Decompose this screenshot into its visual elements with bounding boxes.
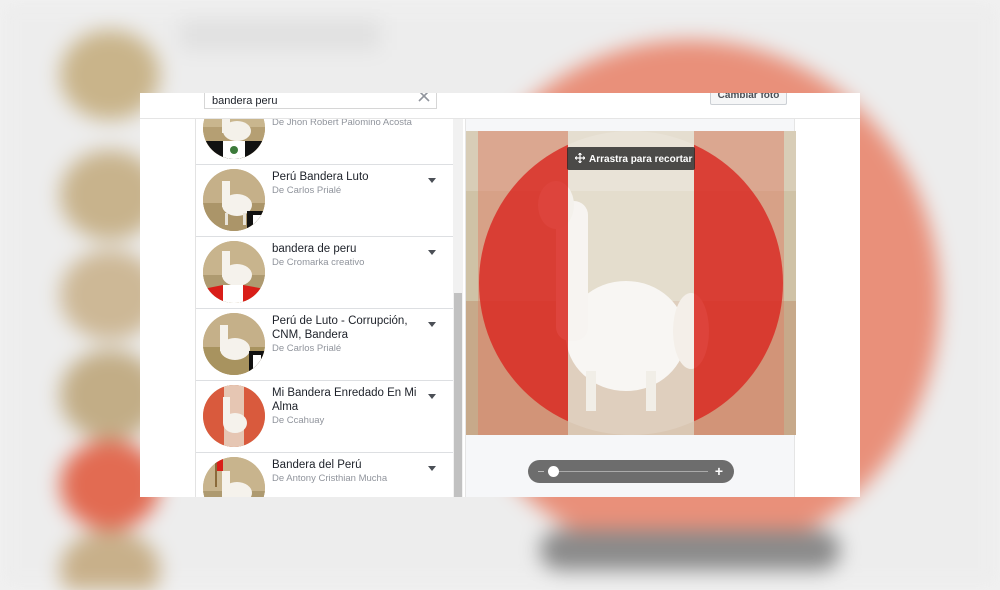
move-icon: [575, 153, 585, 163]
crop-preview[interactable]: Arrastra para recortar: [466, 131, 796, 435]
list-item[interactable]: bandera de peru De Cromarka creativo: [196, 237, 453, 309]
frame-author: De Cromarka creativo: [272, 257, 365, 268]
search-input-value: bandera peru: [212, 95, 278, 107]
frame-author: De Carlos Prialé: [272, 343, 342, 354]
chevron-down-icon[interactable]: [428, 178, 436, 183]
list-scrollbar[interactable]: [453, 119, 463, 497]
chevron-down-icon[interactable]: [428, 322, 436, 327]
clear-search-icon[interactable]: [416, 93, 432, 104]
list-item[interactable]: Bandera del Perú De Antony Cristhian Muc…: [196, 453, 453, 497]
chevron-down-icon[interactable]: [428, 394, 436, 399]
frames-list[interactable]: De Jhon Robert Palomino Acosta Perú Band…: [195, 119, 453, 497]
frame-title: Bandera del Perú: [272, 459, 362, 471]
drag-to-crop-label: Arrastra para recortar: [567, 147, 695, 170]
drag-label-text: Arrastra para recortar: [589, 154, 693, 165]
profile-photo-preview: [466, 131, 796, 435]
chevron-down-icon[interactable]: [428, 250, 436, 255]
frame-thumbnail: [203, 385, 265, 447]
list-item[interactable]: Perú Bandera Luto De Carlos Prialé: [196, 165, 453, 237]
search-input[interactable]: bandera peru: [204, 93, 437, 109]
zoom-handle[interactable]: [548, 466, 559, 477]
frame-author: De Ccahuay: [272, 415, 325, 426]
frame-picker-dialog: bandera peru Cambiar foto De Jhon Robert…: [140, 93, 860, 497]
frame-title: Perú Bandera Luto: [272, 171, 369, 183]
frame-thumbnail: [203, 313, 265, 375]
crop-panel: Arrastra para recortar +: [465, 119, 796, 497]
frame-title: bandera de peru: [272, 243, 357, 255]
zoom-out-icon[interactable]: [538, 471, 544, 472]
chevron-down-icon[interactable]: [428, 466, 436, 471]
frame-thumbnail: [203, 119, 265, 159]
frame-thumbnail: [203, 169, 265, 231]
frame-author: De Carlos Prialé: [272, 185, 342, 196]
list-item[interactable]: Perú de Luto - Corrupción, CNM, Bandera …: [196, 309, 453, 381]
list-item[interactable]: De Jhon Robert Palomino Acosta: [196, 119, 453, 165]
scrollbar-thumb[interactable]: [454, 293, 462, 497]
zoom-in-icon[interactable]: +: [712, 464, 726, 478]
zoom-track[interactable]: [548, 471, 708, 472]
frame-title: Perú de Luto - Corrupción, CNM, Bandera: [272, 315, 408, 341]
frame-author: De Jhon Robert Palomino Acosta: [272, 119, 412, 128]
frame-thumbnail: [203, 241, 265, 303]
frame-author: De Antony Cristhian Mucha: [272, 473, 388, 484]
zoom-slider[interactable]: +: [528, 460, 734, 483]
list-item[interactable]: Mi Bandera Enredado En Mi Alma De Ccahua…: [196, 381, 453, 453]
change-photo-button[interactable]: Cambiar foto: [710, 93, 787, 105]
dialog-topbar: bandera peru Cambiar foto: [140, 93, 860, 119]
frame-title: Mi Bandera Enredado En Mi Alma: [272, 387, 417, 413]
frame-thumbnail: [203, 457, 265, 497]
